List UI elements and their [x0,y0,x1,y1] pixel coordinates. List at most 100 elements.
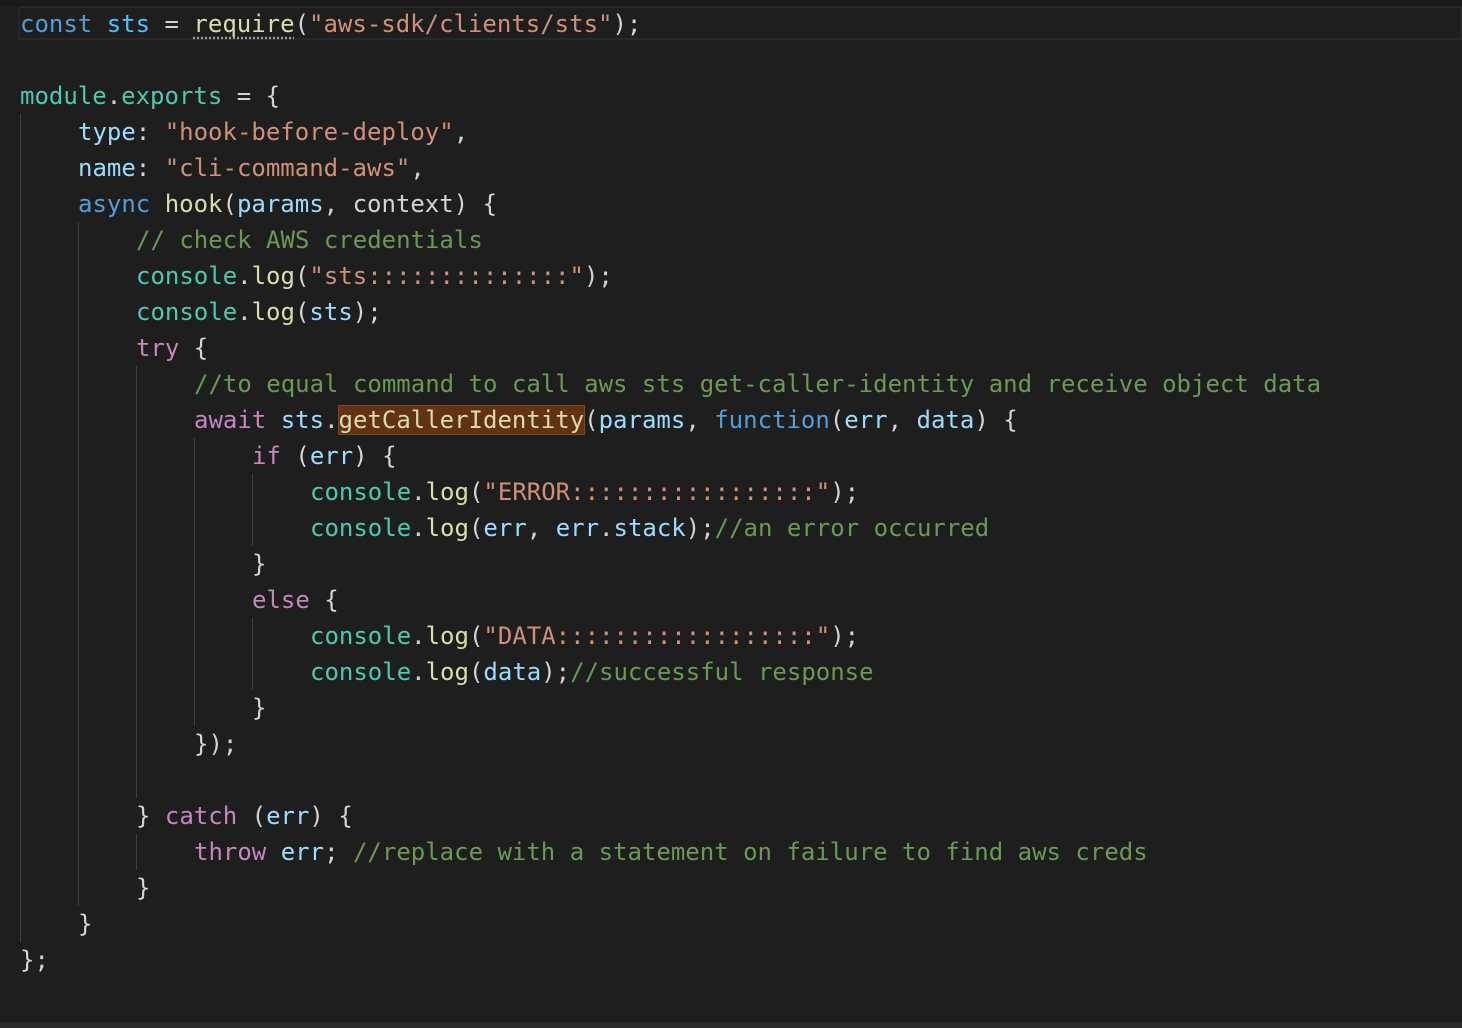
punctuation: . [106,82,122,110]
code-line-4[interactable]: type: "hook-before-deploy", [20,114,1321,150]
code-line-13[interactable]: if (err) { [20,438,1321,474]
code-line-14[interactable]: console.log("ERROR:::::::::::::::::"); [20,474,1321,510]
operator: = [150,10,194,38]
argument: err [280,838,325,866]
function-name: require [193,10,295,38]
punctuation: ); [830,622,860,650]
punctuation: . [411,658,426,686]
property-name: stack [613,514,686,542]
punctuation: , [410,154,425,182]
code-line-18[interactable]: console.log("DATA::::::::::::::::::"); [20,618,1321,654]
punctuation: . [237,262,252,290]
punctuation: ( [468,478,484,506]
punctuation: . [599,514,614,542]
string-literal: "hook-before-deploy" [164,118,454,146]
punctuation: , [526,514,556,542]
string-literal: "ERROR:::::::::::::::::" [483,478,831,506]
code-editor[interactable]: const sts = require("aws-sdk/clients/sts… [0,0,1462,1028]
punctuation: { [309,586,339,614]
code-lines[interactable]: const sts = require("aws-sdk/clients/sts… [20,6,1321,978]
function-name: log [425,658,469,686]
parameter: data [916,406,975,434]
keyword: if [252,442,281,470]
code-line-5[interactable]: name: "cli-command-aws", [20,150,1321,186]
property-name: exports [121,82,223,110]
punctuation: , [323,190,353,218]
code-line-12[interactable]: await sts.getCallerIdentity(params, func… [20,402,1321,438]
punctuation: : [135,154,165,182]
argument: err [483,514,527,542]
property-name: name [78,154,136,182]
code-line-23[interactable]: } catch (err) { [20,798,1321,834]
code-line-20[interactable]: } [20,690,1321,726]
punctuation: ); [685,514,715,542]
punctuation: ( [280,442,310,470]
argument: data [483,658,542,686]
property-name: type [78,118,136,146]
punctuation: ); [830,478,860,506]
parameter: context [352,190,454,218]
code-line-1[interactable]: const sts = require("aws-sdk/clients/sts… [20,6,1321,42]
code-line-26[interactable]: } [20,906,1321,942]
keyword: throw [194,838,267,866]
code-line-21[interactable]: }); [20,726,1321,762]
punctuation: }); [194,730,238,758]
punctuation: ( [468,514,484,542]
code-line-25[interactable]: } [20,870,1321,906]
code-line-2[interactable] [20,42,1321,78]
keyword: await [194,406,267,434]
punctuation: } [252,694,267,722]
parameter: err [266,802,310,830]
punctuation: ) { [453,190,498,218]
string-literal: "sts::::::::::::::" [309,262,584,290]
object-name: console [310,478,412,506]
code-line-19[interactable]: console.log(data);//successful response [20,654,1321,690]
code-line-22[interactable] [20,762,1321,798]
code-line-7[interactable]: // check AWS credentials [20,222,1321,258]
punctuation: } [252,550,267,578]
function-name: log [251,298,295,326]
variable: sts [106,10,151,38]
keyword: try [136,334,180,362]
comment: //successful response [570,658,874,686]
code-line-8[interactable]: console.log("sts::::::::::::::"); [20,258,1321,294]
punctuation: ( [294,298,310,326]
code-line-3[interactable]: module.exports = { [20,78,1321,114]
punctuation: ); [583,262,613,290]
object-name: console [310,514,412,542]
code-line-24[interactable]: throw err; //replace with a statement on… [20,834,1321,870]
code-line-11[interactable]: //to equal command to call aws sts get-c… [20,366,1321,402]
punctuation: { [179,334,209,362]
code-line-16[interactable]: } [20,546,1321,582]
punctuation: , [887,406,917,434]
string-literal: "cli-command-aws" [164,154,411,182]
function-name: log [425,622,469,650]
string-literal: "DATA::::::::::::::::::" [483,622,831,650]
string-literal: "aws-sdk/clients/sts" [309,10,613,38]
argument: err [309,442,354,470]
punctuation: . [411,622,426,650]
code-line-6[interactable]: async hook(params, context) { [20,186,1321,222]
object-name: console [136,262,238,290]
parameter: err [844,406,888,434]
keyword: else [252,586,310,614]
selected-function-name[interactable]: getCallerIdentity [337,405,586,435]
punctuation: ) { [309,802,353,830]
keyword: catch [164,802,238,830]
variable: sts [280,406,325,434]
code-line-17[interactable]: else { [20,582,1321,618]
punctuation: ); [352,298,382,326]
code-line-27[interactable]: }; [20,942,1321,978]
code-line-9[interactable]: console.log(sts); [20,294,1321,330]
punctuation: : [135,118,165,146]
punctuation: } [78,910,93,938]
punctuation: ) { [974,406,1018,434]
punctuation: ) { [353,442,397,470]
keyword: async [78,190,151,218]
punctuation: ( [294,10,310,38]
code-line-15[interactable]: console.log(err, err.stack);//an error o… [20,510,1321,546]
code-line-10[interactable]: try { [20,330,1321,366]
keyword: function [714,406,830,434]
object-name: console [136,298,238,326]
